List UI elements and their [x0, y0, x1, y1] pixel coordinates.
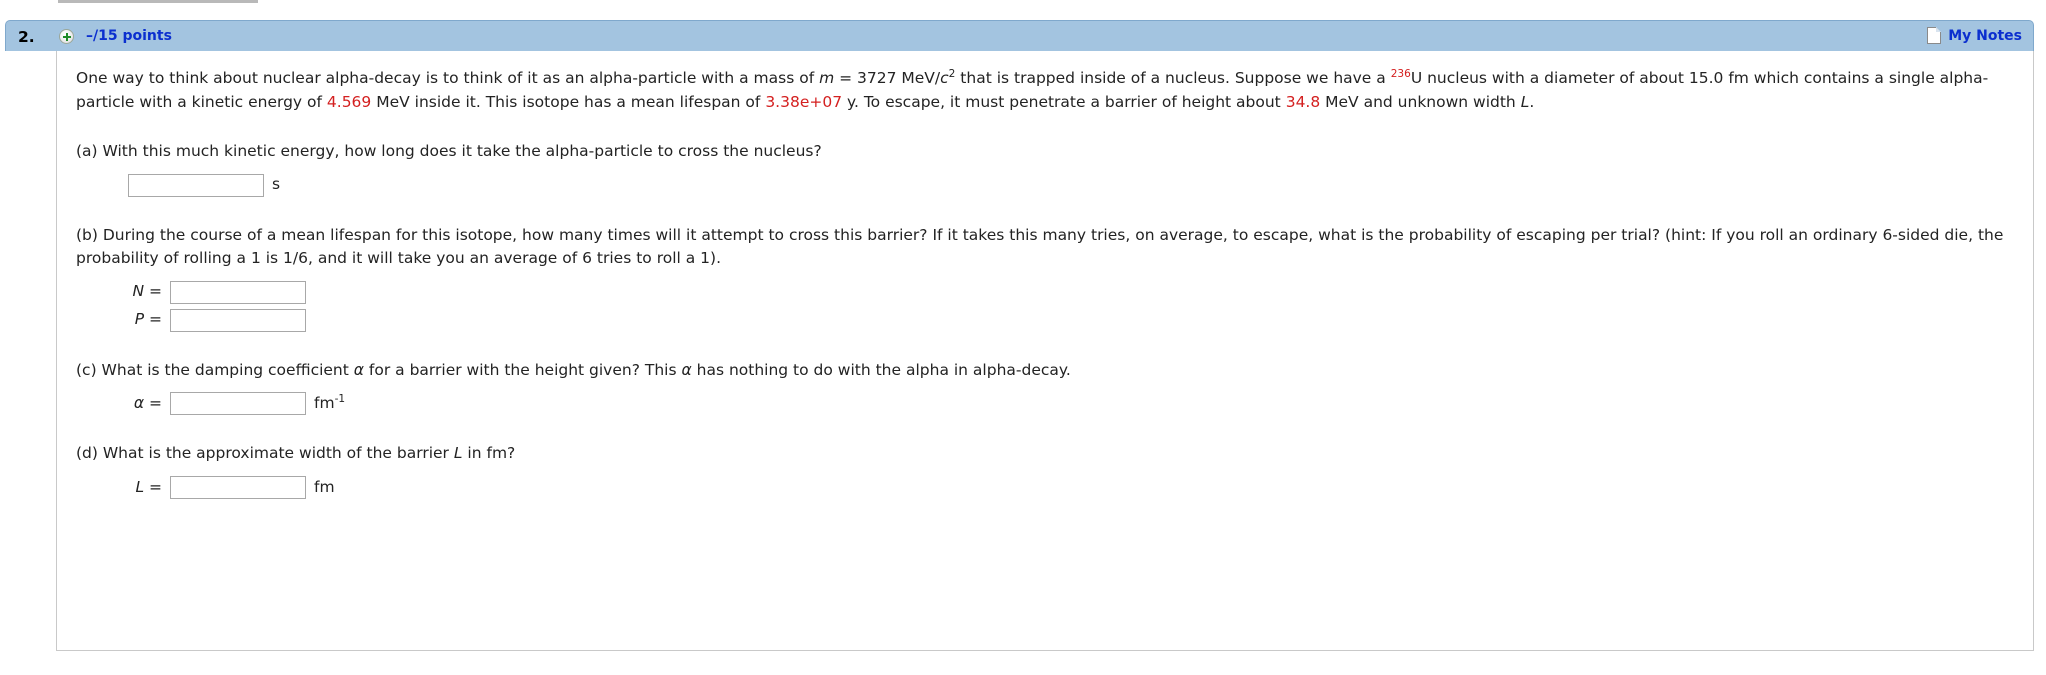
part-a-unit: s	[272, 175, 281, 194]
kinetic-energy-value: 4.569	[326, 92, 372, 111]
uranium-mass-number: 236	[1390, 67, 1411, 80]
prompt-text-8: .	[1529, 92, 1535, 111]
question-header-bar: 2. –/15 points My Notes	[5, 20, 2034, 51]
uranium-symbol: U	[1410, 69, 1423, 87]
part-d-unit: fm	[314, 477, 335, 496]
part-d-text-pre: (d) What is the approximate width of the…	[76, 444, 454, 463]
prompt-text-1: One way to think about nuclear alpha-dec…	[76, 69, 820, 87]
mass-variable: m	[819, 69, 835, 87]
part-c-unit-base: fm	[314, 394, 335, 412]
part-a-text: (a) With this much kinetic energy, how l…	[76, 142, 822, 161]
points-label[interactable]: –/15 points	[86, 28, 172, 44]
part-b-answer-row-n: N =	[128, 280, 2007, 305]
my-notes-label: My Notes	[1948, 27, 2022, 44]
part-b-input-p[interactable]	[170, 308, 306, 332]
part-b-label-n: N =	[132, 282, 162, 301]
part-a-answer-input[interactable]	[128, 173, 264, 197]
part-d-input-L[interactable]	[170, 475, 306, 499]
part-c: (c) What is the damping coefficient α fo…	[76, 359, 2007, 417]
part-d-text-post: in fm?	[462, 444, 516, 463]
question-number: 2.	[18, 28, 35, 46]
alpha-symbol-2: α	[681, 360, 692, 379]
prompt-text-5: MeV inside it. This isotope has a mean l…	[371, 92, 766, 111]
my-notes-button[interactable]: My Notes	[1927, 27, 2022, 44]
prompt-text-3: that is trapped inside of a nucleus. Sup…	[955, 69, 1391, 87]
part-b-text: (b) During the course of a mean lifespan…	[76, 225, 2004, 268]
part-b-answer-row-p: P =	[128, 308, 2007, 333]
part-b-label-p: P =	[134, 310, 162, 329]
part-b-input-n[interactable]	[170, 280, 306, 304]
part-c-answer-row: α = fm-1	[128, 391, 2007, 416]
plus-circle-icon[interactable]	[59, 29, 74, 44]
alpha-symbol-1: α	[353, 360, 364, 379]
part-c-text-pre: (c) What is the damping coefficient	[76, 360, 354, 379]
part-c-text: (c) What is the damping coefficient α fo…	[76, 359, 2007, 383]
part-c-label-alpha: α =	[133, 394, 162, 412]
part-a-answer-row: s	[128, 173, 2007, 198]
prompt-text-2: = 3727 MeV/	[834, 69, 941, 87]
part-d-answer-row: L = fm	[128, 475, 2007, 500]
part-d-text: (d) What is the approximate width of the…	[76, 442, 2007, 466]
c-variable: c	[940, 69, 949, 87]
top-divider-stub	[58, 0, 258, 3]
part-d-L-variable: L	[453, 444, 463, 463]
part-a: (a) With this much kinetic energy, how l…	[76, 140, 2007, 198]
part-d: (d) What is the approximate width of the…	[76, 442, 2007, 500]
part-b: (b) During the course of a mean lifespan…	[76, 224, 2007, 333]
part-c-unit-exponent: -1	[334, 392, 346, 405]
part-c-text-mid: for a barrier with the height given? Thi…	[363, 360, 682, 379]
problem-statement: One way to think about nuclear alpha-dec…	[76, 67, 2007, 114]
part-c-input-alpha[interactable]	[170, 392, 306, 416]
prompt-text-6: y. To escape, it must penetrate a barrie…	[842, 92, 1286, 111]
part-c-unit: fm-1	[314, 392, 345, 416]
question-block: 2. –/15 points My Notes One way to think…	[0, 20, 2046, 651]
barrier-height-value: 34.8	[1285, 92, 1321, 111]
question-body-panel: One way to think about nuclear alpha-dec…	[56, 51, 2034, 651]
lifespan-value: 3.38e+07	[765, 92, 843, 111]
part-c-text-post: has nothing to do with the alpha in alph…	[691, 360, 1071, 379]
part-d-label-L: L =	[135, 477, 162, 496]
note-page-icon	[1927, 27, 1942, 44]
prompt-text-7: MeV and unknown width	[1320, 92, 1521, 111]
